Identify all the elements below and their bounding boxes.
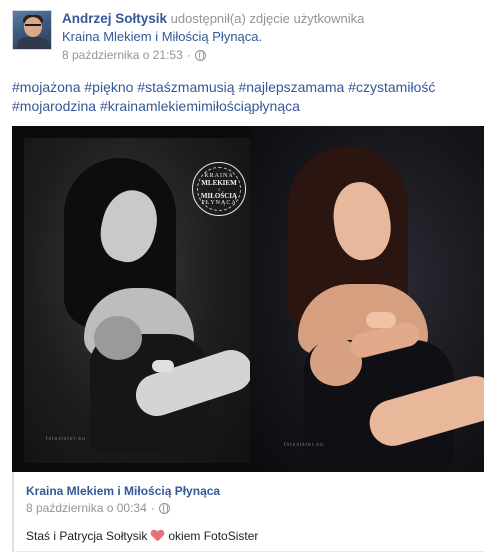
hashtag-link[interactable]: #staśzmamusią (137, 79, 234, 95)
seal-line: MLEKIEM (201, 178, 237, 187)
globe-icon[interactable] (158, 502, 170, 514)
post-photo[interactable]: KRAINA MLEKIEM I MIŁOŚCIĄ PŁYNĄCA fotosi… (12, 126, 484, 472)
hashtag-link[interactable]: #piękno (84, 79, 133, 95)
heart-icon (151, 530, 164, 542)
caption-text: Staś i Patrycja Sołtysik (26, 529, 148, 543)
post-headline: Andrzej Sołtysik udostępnił(a) zdjęcie u… (62, 10, 482, 46)
seal-line: PŁYNĄCA (201, 199, 237, 206)
sep-dot: · (186, 48, 191, 62)
hashtag-link[interactable]: #czystamiłość (348, 79, 435, 95)
hashtag-list: #mojażona #piękno #staśzmamusią #najleps… (12, 78, 482, 116)
photo-hand-shape (366, 312, 396, 328)
avatar-glasses (25, 24, 41, 28)
photo-baby-shape (94, 316, 142, 360)
photo-hand-shape (152, 360, 174, 372)
shared-from-page-link[interactable]: Kraina Mlekiem i Miłością Płynąca. (62, 29, 262, 44)
shared-post-attachment: Kraina Mlekiem i Miłością Płynąca 8 paźd… (12, 472, 484, 552)
hashtag-link[interactable]: #najlepszamama (238, 79, 344, 95)
author-avatar[interactable] (12, 10, 52, 50)
photo-watermark: fotosister.eu (46, 436, 86, 442)
shared-timestamp[interactable]: 8 października o 00:34 (26, 501, 147, 515)
author-name-link[interactable]: Andrzej Sołtysik (62, 11, 167, 26)
post-timestamp[interactable]: 8 października o 21:53 (62, 48, 183, 62)
photo-left-panel-bw: KRAINA MLEKIEM I MIŁOŚCIĄ PŁYNĄCA fotosi… (24, 138, 250, 463)
hashtag-link[interactable]: #mojażona (12, 79, 81, 95)
post-meta: Andrzej Sołtysik udostępnił(a) zdjęcie u… (62, 10, 482, 62)
feed-post: Andrzej Sołtysik udostępnił(a) zdjęcie u… (0, 0, 494, 560)
globe-icon[interactable] (194, 49, 206, 61)
hashtag-link[interactable]: #krainamlekiemimiłościąpłynąca (100, 98, 300, 114)
caption-text: okiem FotoSister (168, 529, 259, 543)
photo-watermark: fotosister.eu (284, 442, 324, 448)
sep-dot: · (150, 501, 155, 515)
post-timestamp-row: 8 października o 21:53 · (62, 48, 482, 62)
shared-timestamp-row: 8 października o 00:34 · (26, 501, 170, 515)
share-action-text: udostępnił(a) zdjęcie użytkownika (170, 11, 365, 26)
seal-line: KRAINA (204, 172, 234, 179)
post-header: Andrzej Sołtysik udostępnił(a) zdjęcie u… (12, 10, 482, 64)
seal-line: MIŁOŚCIĄ (200, 191, 238, 200)
shared-page-name-link[interactable]: Kraina Mlekiem i Miłością Płynąca (26, 484, 220, 498)
seal-line: I (218, 186, 220, 192)
avatar-shirt (17, 37, 49, 49)
hashtag-link[interactable]: #mojarodzina (12, 98, 96, 114)
shared-caption: Staś i Patrycja Sołtysik okiem FotoSiste… (26, 529, 258, 543)
brand-seal-logo: KRAINA MLEKIEM I MIŁOŚCIĄ PŁYNĄCA (192, 162, 246, 216)
photo-right-panel-color: fotosister.eu (250, 126, 484, 472)
